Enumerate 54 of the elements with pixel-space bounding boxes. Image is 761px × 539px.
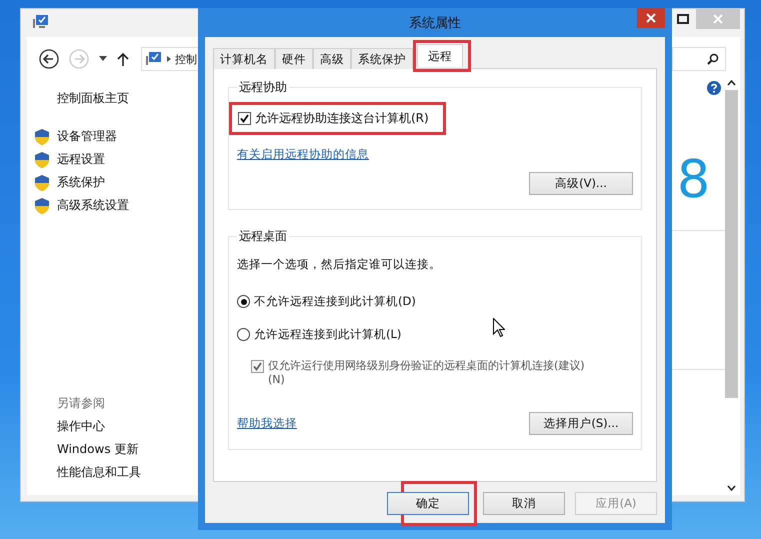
- tab[interactable]: 硬件: [275, 48, 313, 69]
- task-link[interactable]: 系统保护: [57, 174, 105, 191]
- scroll-down-icon[interactable]: [727, 485, 736, 491]
- radio-label: 不允许远程连接到此计算机(D): [254, 294, 416, 309]
- search-icon: [707, 53, 719, 65]
- help-icon[interactable]: [707, 81, 721, 95]
- window-title: 系统属性: [409, 14, 461, 32]
- dialog-button[interactable]: 确定: [387, 492, 469, 515]
- close-icon: [646, 13, 656, 23]
- checkbox-label: 仅允许运行使用网络级别身份验证的远程桌面的计算机连接(建议): [268, 358, 585, 373]
- shield-icon: [35, 128, 49, 144]
- radio-button[interactable]: [237, 295, 250, 308]
- up-arrow-icon[interactable]: [117, 52, 129, 66]
- task-link[interactable]: 高级系统设置: [57, 197, 129, 214]
- see-also-link[interactable]: 操作中心: [57, 418, 195, 435]
- tab[interactable]: 远程: [417, 44, 463, 67]
- task-link[interactable]: 远程设置: [57, 151, 105, 168]
- tab[interactable]: 系统保护: [351, 48, 413, 69]
- group-heading: 远程桌面: [238, 228, 288, 245]
- dialog-button[interactable]: 取消: [483, 492, 565, 515]
- see-also-link[interactable]: 性能信息和工具: [57, 464, 195, 481]
- group-heading: 远程协助: [238, 79, 288, 96]
- instruction-text: 选择一个选项，然后指定谁可以连接。: [237, 257, 442, 272]
- checkbox-label: 允许远程协助连接这台计算机(R): [255, 110, 429, 127]
- section-heading: 另请参阅: [57, 395, 106, 412]
- checkbox[interactable]: [238, 112, 251, 125]
- tab[interactable]: 高级: [313, 48, 351, 69]
- maximize-icon: [677, 14, 689, 24]
- radio-label: 允许远程连接到此计算机(L): [254, 327, 402, 342]
- scroll-up-icon[interactable]: [727, 80, 736, 86]
- monitor-icon: [146, 52, 162, 66]
- info-link[interactable]: 有关启用远程协助的信息: [237, 147, 633, 162]
- search-field[interactable]: [672, 47, 726, 71]
- help-link[interactable]: 帮助我选择: [237, 416, 297, 431]
- shield-icon: [35, 174, 49, 190]
- close-button[interactable]: [637, 8, 665, 28]
- mouse-cursor-icon: [493, 318, 505, 337]
- select-users-button[interactable]: 选择用户(S)...: [529, 412, 633, 435]
- back-icon[interactable]: [39, 49, 59, 69]
- scrollbar-thumb[interactable]: [725, 90, 738, 398]
- logo-fragment: 8: [677, 150, 710, 212]
- advanced-button[interactable]: 高级(V)...: [529, 172, 633, 195]
- close-icon: [713, 14, 723, 24]
- tab[interactable]: 计算机名: [213, 48, 275, 69]
- task-link[interactable]: 设备管理器: [57, 128, 117, 145]
- shield-icon: [35, 198, 49, 214]
- checkbox-label-accelerator: (N): [268, 373, 286, 386]
- monitor-icon: [33, 15, 49, 29]
- chevron-icon: [167, 56, 171, 62]
- dropdown-icon[interactable]: [99, 56, 107, 62]
- shield-icon: [35, 152, 49, 168]
- home-link[interactable]: 控制面板主页: [35, 90, 195, 107]
- see-also-link[interactable]: Windows 更新: [57, 441, 195, 458]
- radio-button[interactable]: [237, 328, 250, 341]
